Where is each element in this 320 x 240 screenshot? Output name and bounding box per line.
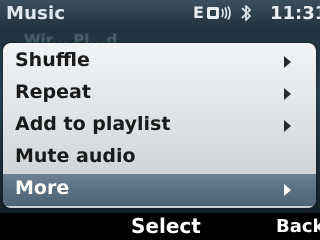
menu-item-label: More	[15, 177, 70, 199]
submenu-arrow-icon	[284, 184, 291, 196]
menu-item-add-to-playlist[interactable]: Add to playlist	[3, 110, 316, 142]
menu-item-label: Shuffle	[15, 49, 90, 71]
phone-screen: Music E 11:31 Wir... Pl...d Shuffle Repe…	[0, 0, 320, 240]
network-indicator: E	[193, 3, 204, 22]
clock: 11:31	[270, 3, 320, 24]
submenu-arrow-icon	[284, 120, 291, 132]
signal-strength-icon	[207, 6, 231, 20]
menu-item-mute-audio[interactable]: Mute audio	[3, 142, 316, 174]
menu-item-shuffle[interactable]: Shuffle	[3, 46, 316, 78]
app-title: Music	[6, 3, 66, 24]
menu-item-label: Add to playlist	[15, 113, 171, 135]
submenu-arrow-icon	[284, 88, 291, 100]
options-menu: Shuffle Repeat Add to playlist Mute audi…	[3, 43, 316, 208]
submenu-arrow-icon	[284, 56, 291, 68]
bluetooth-icon	[241, 5, 251, 21]
menu-item-more[interactable]: More	[3, 174, 316, 206]
select-softkey[interactable]: Select	[131, 214, 201, 238]
menu-item-label: Mute audio	[15, 145, 136, 167]
menu-item-repeat[interactable]: Repeat	[3, 78, 316, 110]
softkey-bar: Select Back	[0, 213, 320, 240]
menu-item-label: Repeat	[15, 81, 91, 103]
back-softkey[interactable]: Back	[276, 216, 320, 237]
status-bar: Music E 11:31	[0, 0, 320, 28]
